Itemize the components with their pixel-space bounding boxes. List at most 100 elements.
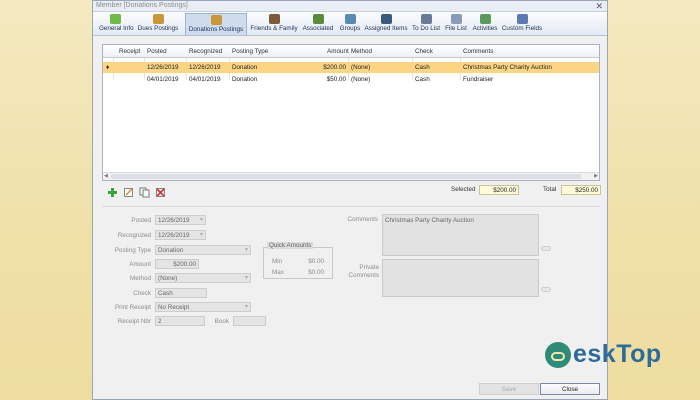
watermark-text: eskTop <box>573 340 662 368</box>
col-recognized[interactable]: Recognized <box>189 48 222 55</box>
dues-postings-icon <box>152 14 164 24</box>
tab-label: Dues Postings <box>137 25 179 32</box>
tab-general-info[interactable]: General Info <box>99 13 134 35</box>
general-info-icon <box>109 14 121 24</box>
tab-groups[interactable]: Groups <box>338 13 362 35</box>
cell-comments: Christmas Party Charity Auction <box>463 64 552 71</box>
posted-date-field[interactable]: 12/26/2019 <box>155 215 206 225</box>
row-indicator: ♦ <box>106 64 110 71</box>
member-window: Member [Donations Postings] ✕ General In… <box>92 0 608 400</box>
scroll-right-icon[interactable]: ▶ <box>594 173 598 179</box>
friends-family-icon <box>268 14 280 24</box>
amount-field[interactable]: $200.00 <box>155 259 199 269</box>
cell-posting-type: Donation <box>232 64 258 71</box>
tab-label: Assigned Items <box>364 25 408 32</box>
selected-label: Selected <box>451 186 476 193</box>
cell-posting-type: Donation <box>232 76 258 83</box>
cell-check: Cash <box>415 76 430 83</box>
assigned-items-icon <box>380 14 392 24</box>
cell-method: (None) <box>351 64 371 71</box>
posted-label: Posted <box>131 217 151 224</box>
min-label: Min <box>272 258 283 265</box>
cell-posted: 12/26/2019 <box>147 64 179 71</box>
tab-donations-postings[interactable]: Donations Postings <box>185 13 247 35</box>
total-box: $250.00 <box>561 185 601 195</box>
close-button[interactable]: Close <box>540 383 600 395</box>
logo-circle <box>545 342 571 368</box>
tab-label: Donations Postings <box>188 26 244 33</box>
comments-expand-button[interactable] <box>541 246 551 251</box>
quick-amounts-title: Quick Amounts <box>267 242 314 249</box>
tab-label: Custom Fields <box>501 25 543 32</box>
tab-associated[interactable]: Associated <box>300 13 336 35</box>
private-comments-expand-button[interactable] <box>541 287 551 292</box>
cell-recognized: 04/01/2019 <box>189 76 221 83</box>
tab-custom-fields[interactable]: Custom Fields <box>501 13 543 35</box>
check-label: Check <box>133 290 151 297</box>
receipt-nbr-field[interactable]: 2 <box>155 316 205 326</box>
table-row[interactable]: ♦ 12/26/2019 12/26/2019 Donation $200.00… <box>103 62 599 73</box>
groups-icon <box>344 14 356 24</box>
horizontal-scrollbar[interactable]: ◀ ▶ <box>103 172 599 180</box>
cell-comments: Fundraiser <box>463 76 494 83</box>
min-value: $0.00 <box>308 258 324 265</box>
file-list-icon <box>450 14 462 24</box>
cell-method: (None) <box>351 76 371 83</box>
tab-activities[interactable]: Activities <box>471 13 499 35</box>
amount-label: Amount <box>129 261 151 268</box>
tab-file-list[interactable]: File List <box>443 13 469 35</box>
scroll-left-icon[interactable]: ◀ <box>104 173 108 179</box>
tab-friends-family[interactable]: Friends & Family <box>249 13 299 35</box>
add-icon[interactable] <box>107 187 118 198</box>
save-button[interactable]: Save <box>479 383 539 395</box>
private-comments-textarea[interactable] <box>382 259 539 297</box>
book-field[interactable] <box>233 316 266 326</box>
tab-label: Associated <box>302 25 334 32</box>
private-comments-label: Private Comments <box>348 264 379 279</box>
recognized-date-field[interactable]: 12/26/2019 <box>155 230 206 240</box>
cell-check: Cash <box>415 64 430 71</box>
col-comments[interactable]: Comments <box>463 48 493 55</box>
edit-icon[interactable] <box>123 187 134 198</box>
cell-posted: 04/01/2019 <box>147 76 179 83</box>
col-method[interactable]: Method <box>351 48 372 55</box>
watermark-logo: eskTop <box>545 340 695 380</box>
tab-assigned-items[interactable]: Assigned Items <box>364 13 408 35</box>
associated-icon <box>312 14 324 24</box>
col-check[interactable]: Check <box>415 48 433 55</box>
tab-label: General Info <box>99 25 134 32</box>
tab-dues-postings[interactable]: Dues Postings <box>135 13 181 35</box>
custom-fields-icon <box>516 14 528 24</box>
copy-icon[interactable] <box>139 187 150 198</box>
col-receipt[interactable]: Receipt <box>119 48 140 55</box>
receipt-nbr-label: Receipt Nbr <box>117 318 151 325</box>
scrollbar-thumb[interactable] <box>111 174 581 179</box>
max-value: $0.00 <box>308 269 324 276</box>
comments-textarea[interactable]: Christmas Party Charity Auction <box>382 214 539 256</box>
grid-header: Receipt Posted Recognized Posting Type A… <box>103 45 599 58</box>
delete-icon[interactable] <box>155 187 166 198</box>
close-icon[interactable]: ✕ <box>595 1 603 12</box>
tab-label: Groups <box>339 25 361 32</box>
col-posted[interactable]: Posted <box>147 48 167 55</box>
tab-label: File List <box>445 25 467 32</box>
check-field[interactable]: Cash <box>155 288 207 298</box>
posting-type-label: Posting Type <box>114 247 151 254</box>
ribbon-toolbar: General Info Dues Postings Donations Pos… <box>93 12 607 36</box>
background-left <box>0 0 92 400</box>
posting-type-select[interactable]: Donation <box>155 245 251 255</box>
logo-ring <box>551 352 565 361</box>
col-amount[interactable]: Amount <box>327 48 349 55</box>
donations-postings-icon <box>210 15 222 25</box>
print-receipt-select[interactable]: No Receipt <box>155 302 251 312</box>
table-row[interactable]: 04/01/2019 04/01/2019 Donation $50.00 (N… <box>103 74 599 85</box>
print-receipt-label: Print Receipt <box>114 304 151 311</box>
cell-amount: $200.00 <box>323 64 346 71</box>
window-title: Member [Donations Postings] <box>96 2 188 9</box>
postings-grid[interactable]: Receipt Posted Recognized Posting Type A… <box>102 44 600 181</box>
method-label: Method <box>129 275 151 282</box>
method-select[interactable]: (None) <box>155 273 251 283</box>
tab-todo-list[interactable]: To Do List <box>411 13 441 35</box>
selected-total-box: $200.00 <box>479 185 519 195</box>
col-posting-type[interactable]: Posting Type <box>232 48 268 55</box>
